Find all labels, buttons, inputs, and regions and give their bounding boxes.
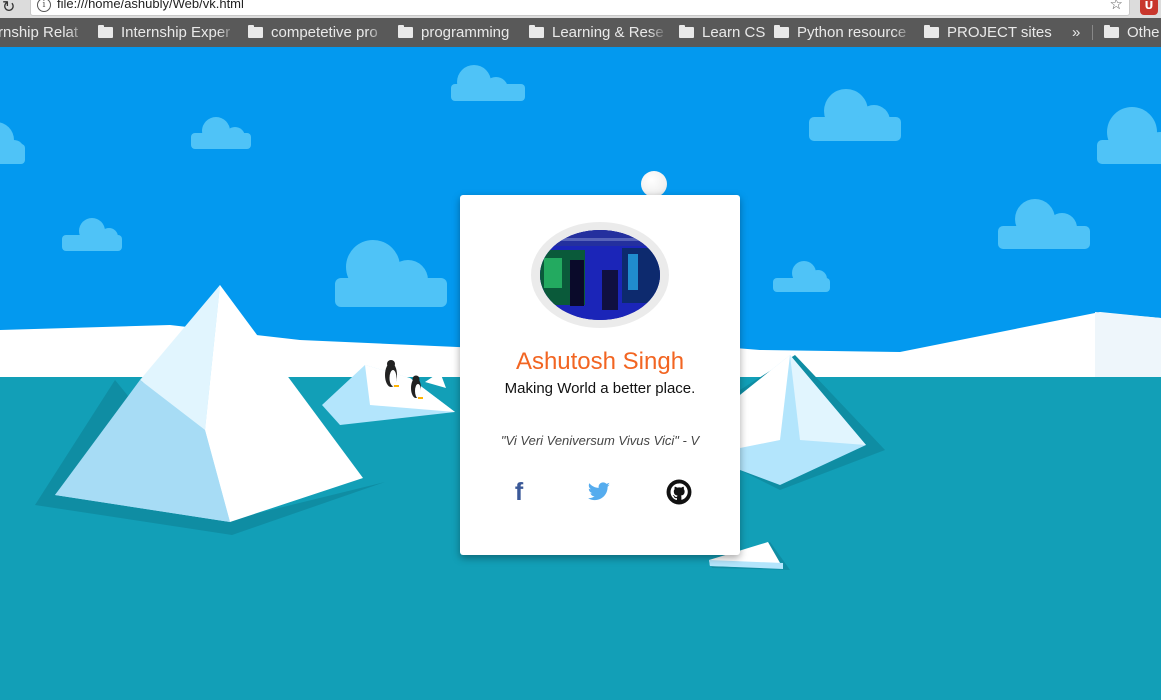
snowball (641, 171, 667, 197)
github-icon[interactable] (665, 478, 693, 506)
bookmark-folder[interactable]: Learning & Rese (529, 18, 667, 47)
avatar-frame (531, 222, 669, 328)
folder-icon (248, 25, 263, 38)
bookmark-label: competetive pro (271, 24, 378, 41)
bookmarks-bar: rnship Relat Internship Exper competetiv… (0, 18, 1161, 47)
address-bar[interactable]: i file:///home/ashubly/Web/vk.html ☆ (30, 0, 1130, 16)
bookmark-label: Python resource (797, 24, 907, 41)
profile-card: Ashutosh Singh Making World a better pla… (460, 195, 740, 555)
facebook-icon[interactable]: f (505, 478, 533, 506)
info-icon[interactable]: i (37, 0, 51, 12)
folder-icon (1104, 25, 1119, 38)
bookmark-label: Learning & Rese (552, 24, 664, 41)
bookmarks-separator (1092, 25, 1093, 40)
bookmark-label: Learn CS (702, 24, 766, 41)
avatar-photo (540, 230, 660, 320)
bookmark-folder[interactable]: programming (398, 18, 522, 47)
folder-icon (398, 25, 413, 38)
bookmark-folder-other[interactable]: Othe (1104, 18, 1161, 47)
bookmark-folder[interactable]: competetive pro (248, 18, 386, 47)
bookmark-label: PROJECT sites (947, 24, 1052, 41)
bookmark-label: Internship Exper (121, 24, 231, 41)
bookmark-folder[interactable]: Internship Exper (98, 18, 236, 47)
bookmark-label: Othe (1127, 24, 1160, 41)
url-text[interactable]: file:///home/ashubly/Web/vk.html (57, 0, 244, 11)
bookmark-folder[interactable]: PROJECT sites (924, 18, 1054, 47)
folder-icon (774, 25, 789, 38)
browser-toolbar: ↻ i file:///home/ashubly/Web/vk.html ☆ U (0, 0, 1161, 18)
bookmark-star-icon[interactable]: ☆ (1110, 0, 1123, 13)
bookmark-folder[interactable]: Python resource (774, 18, 912, 47)
profile-name: Ashutosh Singh (515, 348, 685, 375)
bookmark-label: programming (421, 24, 510, 41)
folder-icon (529, 25, 544, 38)
bookmarks-overflow-icon[interactable]: » (1072, 18, 1080, 47)
folder-icon (98, 25, 113, 38)
profile-quote: "Vi Veri Veniversum Vivus Vici" - V (500, 433, 700, 448)
bookmark-item[interactable]: rnship Relat (0, 18, 86, 47)
profile-tagline: Making World a better place. (504, 380, 696, 397)
folder-icon (679, 25, 694, 38)
twitter-icon[interactable] (585, 478, 613, 506)
avatar (540, 230, 660, 320)
folder-icon (924, 25, 939, 38)
extension-icon[interactable]: U (1140, 0, 1158, 15)
bookmark-label: rnship Relat (0, 24, 79, 41)
reload-icon[interactable]: ↻ (2, 0, 22, 18)
bookmark-folder[interactable]: Learn CS (679, 18, 769, 47)
